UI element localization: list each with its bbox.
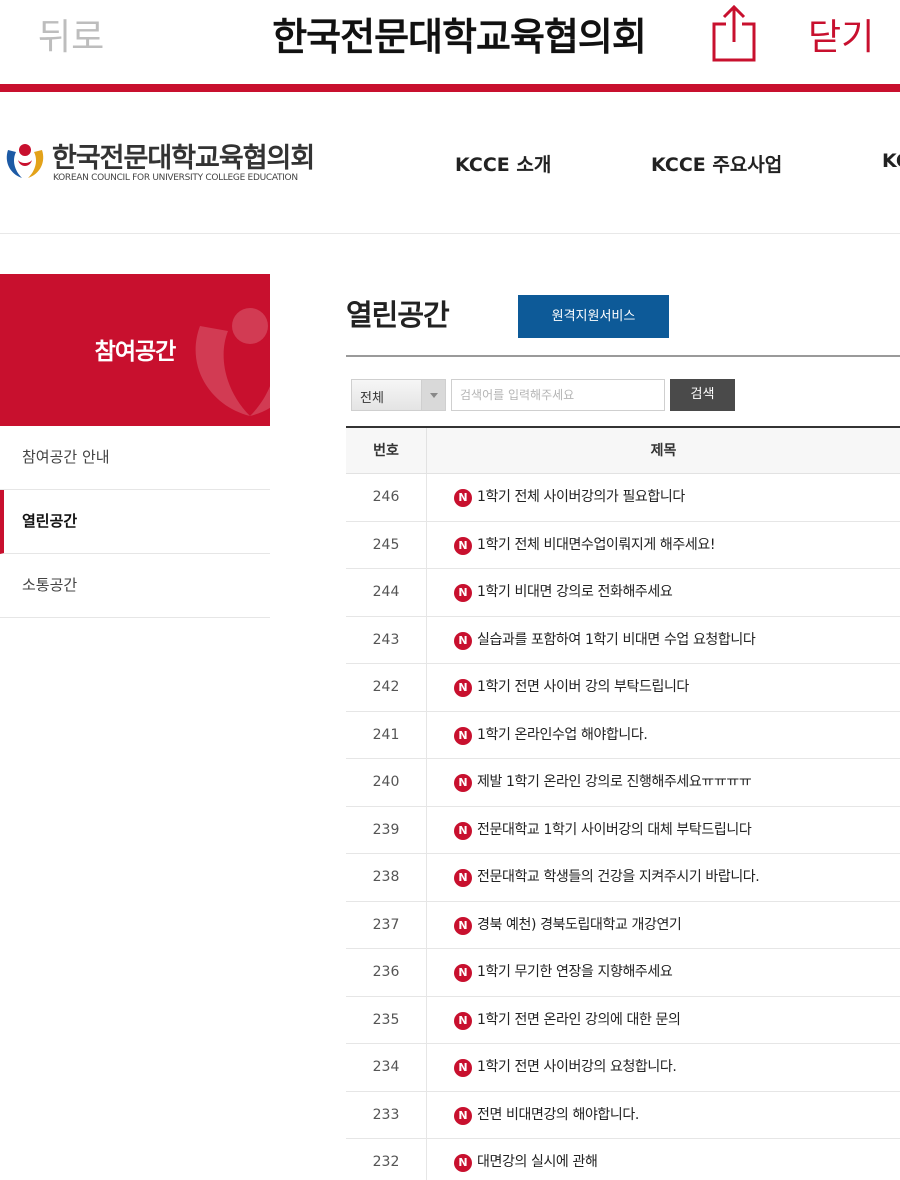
- post-title-link[interactable]: 제발 1학기 온라인 강의로 진행해주세요ㅠㅠㅠㅠ: [477, 759, 752, 806]
- table-row[interactable]: 238 N 전문대학교 학생들의 건강을 지켜주시기 바랍니다.: [346, 854, 900, 902]
- column-header-title: 제목: [650, 443, 677, 459]
- page-title: 열린공간: [346, 298, 450, 332]
- post-number: 243: [346, 616, 427, 664]
- kcce-logo-icon[interactable]: [2, 136, 48, 182]
- sidebar-heading-panel: 참여공간: [0, 274, 270, 426]
- table-row[interactable]: 244 N 1학기 비대면 강의로 전화해주세요: [346, 569, 900, 617]
- board-table: 번호 제목 246 N 1학기 전체 사이버강의가 필요합니다 245 N 1학기 전체 …: [346, 426, 900, 1180]
- table-header: 번호 제목: [346, 426, 900, 474]
- post-number: 237: [346, 901, 427, 949]
- new-badge-icon: N: [454, 1011, 472, 1030]
- new-badge-icon: N: [454, 774, 472, 792]
- post-title-link[interactable]: 1학기 전면 온라인 강의에 대한 문의: [477, 997, 681, 1044]
- nav-kcce-truncated[interactable]: KC: [882, 150, 900, 172]
- nav-kcce-intro[interactable]: KCCE 소개: [455, 150, 551, 177]
- post-number: 245: [346, 521, 427, 569]
- browser-toolbar: 뒤로 한국전문대학교육협의회 닫기: [0, 0, 900, 84]
- post-title-link[interactable]: 1학기 전체 사이버강의가 필요합니다: [477, 474, 685, 521]
- new-badge-icon: N: [454, 584, 472, 602]
- new-badge-icon: N: [454, 916, 472, 935]
- post-number: 234: [346, 1044, 427, 1091]
- table-row[interactable]: 239 N 전문대학교 1학기 사이버강의 대체 부탁드립니다: [346, 806, 900, 854]
- new-badge-icon: N: [454, 821, 472, 840]
- toolbar-divider: [0, 84, 900, 92]
- post-number: 242: [346, 664, 427, 711]
- column-header-number: 번호: [346, 428, 427, 474]
- new-badge-icon: N: [454, 631, 472, 650]
- new-badge-icon: N: [454, 489, 472, 507]
- new-badge-icon: N: [454, 869, 472, 887]
- table-row[interactable]: 246 N 1학기 전체 사이버강의가 필요합니다: [346, 474, 900, 522]
- post-title-link[interactable]: 전문대학교 학생들의 건강을 지켜주시기 바랍니다.: [477, 854, 760, 901]
- post-number: 235: [346, 996, 427, 1044]
- new-badge-icon: N: [454, 1154, 472, 1172]
- sidebar-heading: 참여공간: [94, 339, 177, 365]
- new-badge-icon: N: [454, 964, 472, 982]
- table-row[interactable]: 243 N 실습과를 포함하여 1학기 비대면 수업 요청합니다: [346, 616, 900, 664]
- post-number: 240: [346, 759, 427, 806]
- table-row[interactable]: 245 N 1학기 전체 비대면수업이뤄지게 해주세요!: [346, 521, 900, 569]
- search-input[interactable]: [451, 379, 665, 411]
- nav-kcce-main-business[interactable]: KCCE 주요사업: [651, 150, 782, 177]
- browser-title: 한국전문대학교육협의회: [272, 15, 647, 59]
- new-badge-icon: N: [454, 679, 472, 697]
- close-button[interactable]: 닫기: [808, 8, 874, 60]
- table-body: 246 N 1학기 전체 사이버강의가 필요합니다 245 N 1학기 전체 비대면수업이…: [346, 474, 900, 1180]
- table-row[interactable]: 241 N 1학기 온라인수업 해야합니다.: [346, 711, 900, 759]
- post-title-link[interactable]: 1학기 무기한 연장을 지향해주세요: [477, 949, 673, 996]
- new-badge-icon: N: [454, 1106, 472, 1125]
- post-title-link[interactable]: 실습과를 포함하여 1학기 비대면 수업 요청합니다: [477, 617, 756, 664]
- post-title-link[interactable]: 1학기 비대면 강의로 전화해주세요: [477, 569, 673, 616]
- search-scope-select[interactable]: 전체: [351, 379, 446, 411]
- table-row[interactable]: 232 N 대면강의 실시에 관해: [346, 1139, 900, 1180]
- post-title-link[interactable]: 전문대학교 1학기 사이버강의 대체 부탁드립니다: [477, 807, 752, 854]
- new-badge-icon: N: [454, 726, 472, 745]
- sidebar-item-communication-space[interactable]: 소통공간: [0, 554, 270, 618]
- share-icon[interactable]: [708, 2, 760, 64]
- chevron-down-icon[interactable]: [421, 380, 445, 410]
- post-title-link[interactable]: 전면 비대면강의 해야합니다.: [477, 1092, 639, 1139]
- search-button[interactable]: 검색: [670, 379, 735, 411]
- post-number: 238: [346, 854, 427, 901]
- post-title-link[interactable]: 대면강의 실시에 관해: [477, 1139, 598, 1180]
- sidebar-item-participation-guide[interactable]: 참여공간 안내: [0, 426, 270, 490]
- post-number: 236: [346, 949, 427, 996]
- logo-korean-name: 한국전문대학교육협의회: [52, 143, 315, 174]
- table-row[interactable]: 242 N 1학기 전면 사이버 강의 부탁드립니다: [346, 664, 900, 712]
- table-row[interactable]: 240 N 제발 1학기 온라인 강의로 진행해주세요ㅠㅠㅠㅠ: [346, 759, 900, 807]
- title-divider: [346, 355, 900, 357]
- post-title-link[interactable]: 1학기 전체 비대면수업이뤄지게 해주세요!: [477, 522, 715, 569]
- post-title-link[interactable]: 1학기 전면 사이버 강의 부탁드립니다: [477, 664, 689, 711]
- table-row[interactable]: 233 N 전면 비대면강의 해야합니다.: [346, 1091, 900, 1139]
- remote-support-button[interactable]: 원격지원서비스: [518, 295, 669, 338]
- post-number: 232: [346, 1139, 427, 1180]
- new-badge-icon: N: [454, 1059, 472, 1077]
- post-number: 246: [346, 474, 427, 521]
- sidebar-item-open-space[interactable]: 열린공간: [0, 490, 270, 554]
- search-scope-value: 전체: [360, 391, 384, 406]
- post-title-link[interactable]: 1학기 온라인수업 해야합니다.: [477, 712, 648, 759]
- site-header: 한국전문대학교육협의회 KOREAN COUNCIL FOR UNIVERSIT…: [0, 92, 900, 234]
- post-number: 239: [346, 806, 427, 854]
- post-title-link[interactable]: 1학기 전면 사이버강의 요청합니다.: [477, 1044, 677, 1091]
- post-number: 241: [346, 711, 427, 759]
- post-number: 244: [346, 569, 427, 616]
- table-row[interactable]: 236 N 1학기 무기한 연장을 지향해주세요: [346, 949, 900, 997]
- new-badge-icon: N: [454, 536, 472, 555]
- post-title-link[interactable]: 경북 예천) 경북도립대학교 개강연기: [477, 902, 682, 949]
- table-row[interactable]: 237 N 경북 예천) 경북도립대학교 개강연기: [346, 901, 900, 949]
- table-row[interactable]: 235 N 1학기 전면 온라인 강의에 대한 문의: [346, 996, 900, 1044]
- logo-english-name: KOREAN COUNCIL FOR UNIVERSITY COLLEGE ED…: [53, 173, 298, 183]
- table-row[interactable]: 234 N 1학기 전면 사이버강의 요청합니다.: [346, 1044, 900, 1092]
- post-number: 233: [346, 1091, 427, 1139]
